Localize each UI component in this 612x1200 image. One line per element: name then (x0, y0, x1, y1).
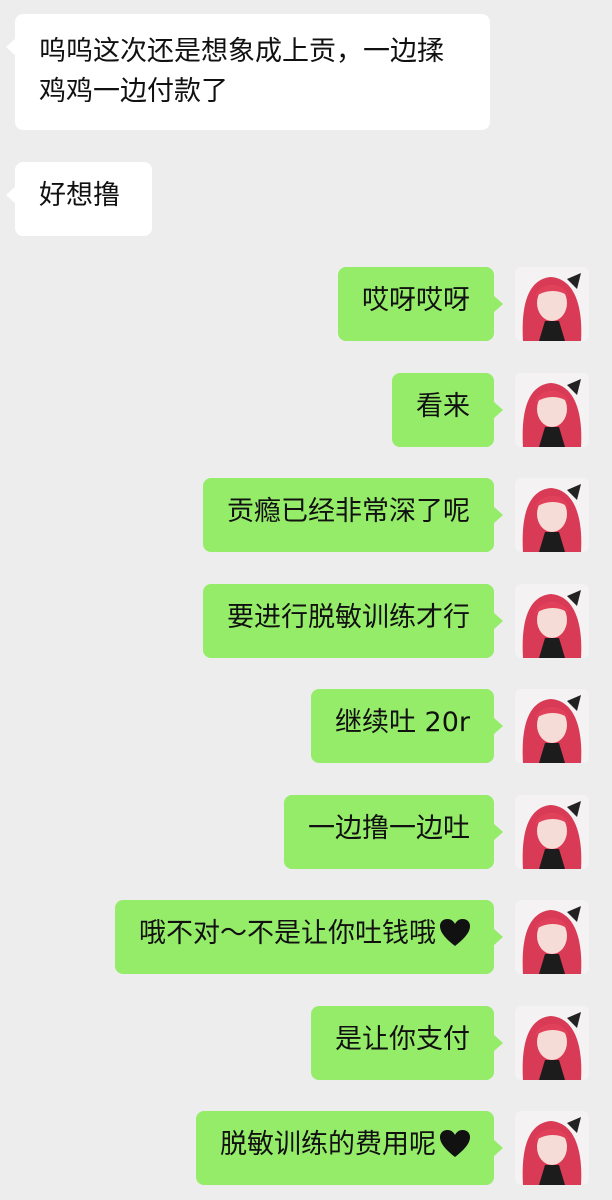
avatar-image (515, 795, 589, 869)
message-text: 是让你支付 (335, 1024, 470, 1055)
user-avatar[interactable] (515, 795, 589, 869)
user-avatar[interactable] (515, 1111, 589, 1185)
user-avatar[interactable] (515, 900, 589, 974)
avatar-image (515, 1006, 589, 1080)
avatar-image (515, 689, 589, 763)
user-avatar[interactable] (515, 373, 589, 447)
message-text: 好想撸 (39, 180, 120, 211)
avatar-image (515, 478, 589, 552)
outgoing-message-bubble[interactable]: 是让你支付 (311, 1006, 503, 1080)
message-text: 哎呀哎呀 (362, 285, 470, 316)
avatar-image (515, 267, 589, 341)
outgoing-message-bubble[interactable]: 脱敏训练的费用呢 (196, 1111, 503, 1185)
user-avatar[interactable] (515, 1006, 589, 1080)
message-text: 哦不对～不是让你吐钱哦 (139, 918, 436, 949)
avatar-image (515, 1111, 589, 1185)
outgoing-message-bubble[interactable]: 哎呀哎呀 (338, 267, 503, 341)
message-text: 呜呜这次还是想象成上贡，一边揉鸡鸡一边付款了 (39, 36, 444, 107)
outgoing-message-bubble[interactable]: 贡瘾已经非常深了呢 (203, 478, 503, 552)
avatar-image (515, 584, 589, 658)
avatar-image (515, 900, 589, 974)
outgoing-message-bubble[interactable]: 要进行脱敏训练才行 (203, 584, 503, 658)
avatar-image (515, 373, 589, 447)
user-avatar[interactable] (515, 267, 589, 341)
user-avatar[interactable] (515, 689, 589, 763)
incoming-message-bubble[interactable]: 呜呜这次还是想象成上贡，一边揉鸡鸡一边付款了 (6, 14, 490, 130)
outgoing-message-bubble[interactable]: 继续吐 20r (310, 689, 504, 763)
outgoing-message-bubble[interactable]: 看来 (392, 373, 503, 447)
incoming-message-bubble[interactable]: 好想撸 (6, 162, 152, 236)
message-text: 脱敏训练的费用呢 (220, 1129, 436, 1160)
message-text: 要进行脱敏训练才行 (227, 602, 470, 633)
user-avatar[interactable] (515, 584, 589, 658)
message-text: 继续吐 20r (334, 707, 470, 738)
message-text: 看来 (416, 391, 470, 422)
message-text: 贡瘾已经非常深了呢 (227, 496, 470, 527)
message-text: 一边撸一边吐 (308, 813, 470, 844)
outgoing-message-bubble[interactable]: 一边撸一边吐 (284, 795, 503, 869)
black-heart-icon (440, 1130, 470, 1170)
user-avatar[interactable] (515, 478, 589, 552)
black-heart-icon (440, 919, 470, 959)
outgoing-message-bubble[interactable]: 哦不对～不是让你吐钱哦 (115, 900, 503, 974)
